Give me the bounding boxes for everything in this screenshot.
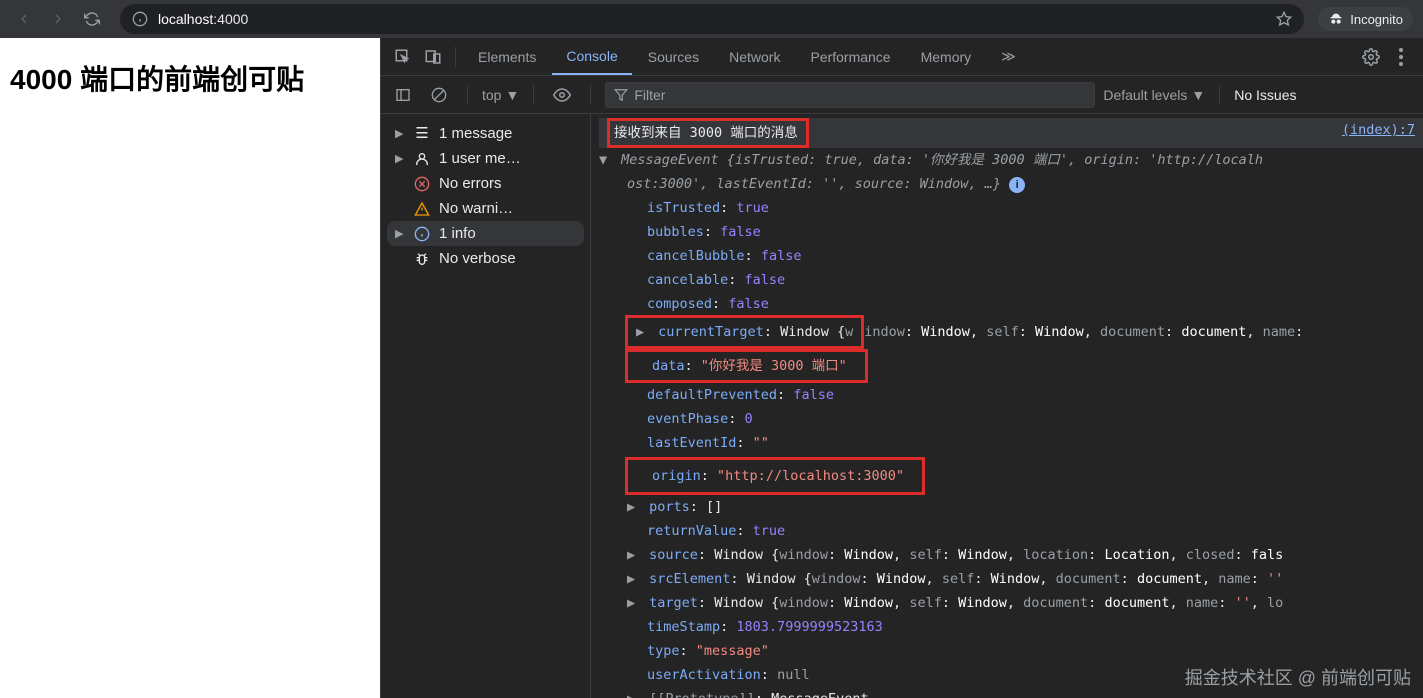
page-viewport: 4000 端口的前端创可贴 — [0, 38, 380, 698]
back-button[interactable] — [10, 5, 38, 33]
log-levels-selector[interactable]: Default levels ▼ — [1103, 87, 1205, 103]
source-link[interactable]: (index):7 — [1342, 118, 1415, 148]
sidebar-item-messages[interactable]: ▶☰1 message — [381, 120, 590, 146]
user-icon — [413, 151, 431, 167]
reload-button[interactable] — [78, 5, 106, 33]
filter-placeholder: Filter — [634, 87, 665, 103]
devtools-tabs: Elements Console Sources Network Perform… — [381, 38, 1423, 76]
console-sidebar: ▶☰1 message ▶1 user me… No errors No war… — [381, 114, 591, 698]
console-toolbar: top ▼ Filter Default levels ▼ No Issues — [381, 76, 1423, 114]
sidebar-item-errors[interactable]: No errors — [381, 171, 590, 196]
browser-toolbar: localhost:4000 Incognito — [0, 0, 1423, 38]
info-icon — [413, 226, 431, 242]
watermark: 掘金技术社区 @ 前端创可贴 — [1185, 664, 1411, 690]
url-bar[interactable]: localhost:4000 — [120, 4, 1304, 34]
inspect-icon[interactable] — [389, 43, 417, 71]
error-icon — [413, 176, 431, 192]
tab-console[interactable]: Console — [552, 38, 631, 75]
settings-icon[interactable] — [1357, 43, 1385, 71]
chevron-down-icon: ▼ — [1191, 87, 1205, 103]
device-toggle-icon[interactable] — [419, 43, 447, 71]
filter-icon — [614, 88, 628, 102]
tab-sources[interactable]: Sources — [634, 38, 713, 75]
sidebar-item-warnings[interactable]: No warni… — [381, 196, 590, 221]
clear-console-icon[interactable] — [425, 81, 453, 109]
context-selector[interactable]: top ▼ — [482, 87, 519, 103]
info-badge-icon[interactable]: i — [1009, 177, 1025, 193]
console-message-header[interactable]: 接收到来自 3000 端口的消息 (index):7 — [599, 118, 1423, 148]
warning-icon — [413, 201, 431, 217]
bug-icon — [413, 251, 431, 267]
tab-network[interactable]: Network — [715, 38, 794, 75]
site-info-icon[interactable] — [132, 11, 148, 27]
incognito-badge: Incognito — [1318, 7, 1413, 31]
devtools-panel: Elements Console Sources Network Perform… — [380, 38, 1423, 698]
sidebar-item-user-messages[interactable]: ▶1 user me… — [381, 146, 590, 171]
forward-button[interactable] — [44, 5, 72, 33]
tab-performance[interactable]: Performance — [796, 38, 904, 75]
sidebar-item-info[interactable]: ▶1 info — [387, 221, 584, 246]
page-title: 4000 端口的前端创可贴 — [10, 58, 370, 98]
live-expression-icon[interactable] — [548, 81, 576, 109]
sidebar-item-verbose[interactable]: No verbose — [381, 246, 590, 271]
incognito-icon — [1328, 11, 1344, 27]
kebab-icon[interactable] — [1387, 43, 1415, 71]
bookmark-star-icon[interactable] — [1276, 11, 1292, 27]
issues-counter[interactable]: No Issues — [1234, 87, 1296, 103]
console-output: 接收到来自 3000 端口的消息 (index):7 ▼ MessageEven… — [591, 114, 1423, 698]
filter-input[interactable]: Filter — [605, 82, 1095, 108]
sidebar-toggle-icon[interactable] — [389, 81, 417, 109]
tab-elements[interactable]: Elements — [464, 38, 550, 75]
message-title: 接收到来自 3000 端口的消息 — [607, 118, 809, 148]
tab-memory[interactable]: Memory — [907, 38, 986, 75]
list-icon: ☰ — [413, 124, 431, 142]
chevron-down-icon: ▼ — [505, 87, 519, 103]
tab-more[interactable]: ≫ — [987, 38, 1030, 75]
url-text: localhost:4000 — [158, 11, 248, 27]
incognito-label: Incognito — [1350, 12, 1403, 27]
